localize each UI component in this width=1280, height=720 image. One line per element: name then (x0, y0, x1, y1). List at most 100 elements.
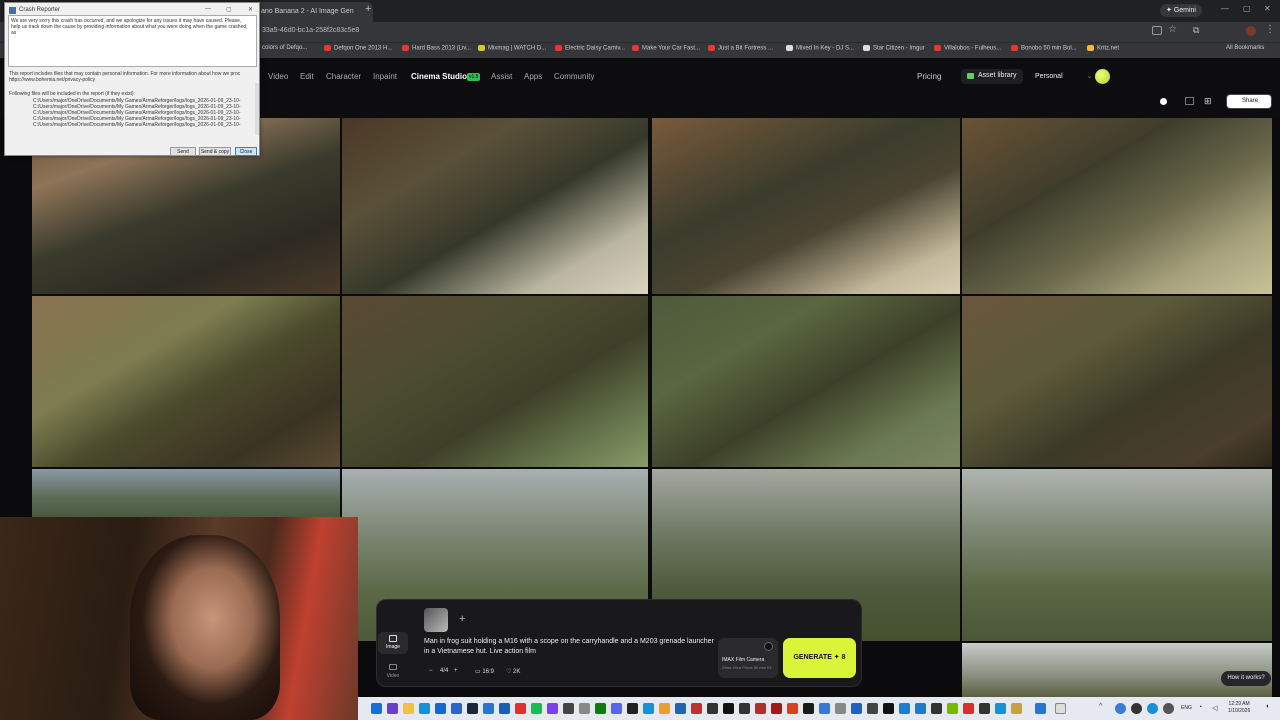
xbox-icon[interactable] (595, 703, 606, 714)
app-icon[interactable] (707, 703, 718, 714)
app-icon[interactable] (1055, 703, 1066, 714)
bookmark-item[interactable]: Mixed In Key - DJ S... (786, 45, 854, 52)
nav-assist[interactable]: Assist (491, 72, 512, 81)
spotify-icon[interactable] (531, 703, 542, 714)
app-icon[interactable] (979, 703, 990, 714)
url-field[interactable]: 33a5-46d0-bc1a-258f2c83c5e8 (262, 27, 359, 34)
nav-apps[interactable]: Apps (524, 72, 542, 81)
app-icon[interactable] (739, 703, 750, 714)
app-icon[interactable] (1011, 703, 1022, 714)
close-icon[interactable]: ✕ (248, 6, 253, 13)
grid-view-icon[interactable]: ⊞ (1204, 96, 1212, 107)
browser-tab-active[interactable]: ano Banana 2 - AI Image Gen (255, 2, 373, 22)
how-it-works-button[interactable]: How it works? (1221, 671, 1271, 686)
volume-icon[interactable]: ◁ (1212, 704, 1217, 712)
privacy-link[interactable]: https://www.bohemia.net/privacy-policy (9, 77, 254, 83)
chrome-icon[interactable] (659, 703, 670, 714)
gallery-image[interactable] (32, 469, 340, 517)
generate-button[interactable]: GENERATE ✦ 8 (783, 638, 856, 678)
app-icon[interactable] (547, 703, 558, 714)
app-icon[interactable] (435, 703, 446, 714)
maximize-icon[interactable]: ▢ (1243, 4, 1251, 13)
minimize-icon[interactable]: — (1221, 4, 1229, 13)
gallery-image[interactable] (962, 643, 1272, 697)
aspect-ratio-selector[interactable]: ▭ 16:9 (475, 668, 494, 675)
app-icon[interactable] (835, 703, 846, 714)
app-icon[interactable] (483, 703, 494, 714)
nvidia-icon[interactable] (947, 703, 958, 714)
tray-icon[interactable] (1131, 703, 1142, 714)
app-icon[interactable] (995, 703, 1006, 714)
all-bookmarks[interactable]: All Bookmarks (1226, 45, 1264, 51)
extensions-icon[interactable]: ⧉ (1193, 25, 1199, 36)
quality-selector[interactable]: ♡ 2K (506, 668, 520, 675)
increment-count-icon[interactable]: + (454, 668, 458, 674)
reference-image-thumbnail[interactable] (424, 608, 448, 632)
start-icon[interactable] (371, 703, 382, 714)
bookmark-item[interactable]: Make Your Car Fast... (632, 45, 700, 52)
share-button[interactable]: Share (1226, 94, 1272, 109)
app-icon[interactable] (883, 703, 894, 714)
gallery-image[interactable] (652, 118, 960, 294)
profile-avatar[interactable] (1246, 26, 1256, 36)
edge-icon[interactable] (419, 703, 430, 714)
app-icon[interactable] (515, 703, 526, 714)
gallery-image[interactable] (342, 118, 648, 294)
pricing-link[interactable]: Pricing (917, 72, 941, 81)
crash-description-input[interactable]: We are very sorry this crash has occurre… (8, 15, 257, 67)
app-icon[interactable] (803, 703, 814, 714)
tray-icon[interactable] (1147, 703, 1158, 714)
gallery-image[interactable] (652, 296, 960, 467)
gallery-image[interactable] (342, 296, 648, 467)
gallery-image[interactable] (962, 118, 1272, 294)
app-icon[interactable] (963, 703, 974, 714)
close-button[interactable]: Close (235, 147, 257, 156)
app-icon[interactable] (931, 703, 942, 714)
gallery-image[interactable] (962, 469, 1272, 641)
clock[interactable]: 12:29 AM 1/10/2026 (1228, 701, 1250, 715)
app-icon[interactable] (867, 703, 878, 714)
app-icon[interactable] (691, 703, 702, 714)
scrollbar[interactable] (255, 83, 259, 135)
app-icon[interactable] (851, 703, 862, 714)
bookmark-item[interactable]: Just a Bit Fortress ... (708, 45, 773, 52)
tray-chevron-icon[interactable]: ^ (1099, 703, 1102, 710)
bookmark-item[interactable]: Defqon One 2013 H... (324, 45, 392, 52)
bookmark-item[interactable]: Mixmag | WATCH D... (478, 45, 546, 52)
discord-icon[interactable] (611, 703, 622, 714)
avatar[interactable] (1095, 69, 1110, 84)
close-icon[interactable]: ✕ (1264, 4, 1271, 13)
app-icon[interactable] (643, 703, 654, 714)
bookmark-item[interactable]: Villalobos - Fulheus... (934, 45, 1001, 52)
nav-character[interactable]: Character (326, 72, 361, 81)
bookmark-item[interactable]: Hard Bass 2013 (Liv... (402, 45, 471, 52)
nav-inpaint[interactable]: Inpaint (373, 72, 397, 81)
nav-community[interactable]: Community (554, 72, 594, 81)
view-toggle-dot[interactable] (1160, 98, 1167, 105)
bookmark-item[interactable]: Star Citizen - Imgur (863, 45, 925, 52)
browser-menu-icon[interactable]: ⋮ (1265, 24, 1275, 35)
workspace-selector[interactable]: Personal ⌄ (1035, 72, 1092, 80)
app-icon[interactable] (627, 703, 638, 714)
tray-icon[interactable] (1163, 703, 1174, 714)
gallery-image[interactable] (32, 296, 340, 467)
new-tab-button[interactable]: + (365, 3, 371, 15)
gallery-image[interactable] (962, 296, 1272, 467)
language-indicator[interactable]: ENG (1181, 705, 1192, 711)
add-reference-icon[interactable]: + (459, 613, 465, 625)
vscode-icon[interactable] (915, 703, 926, 714)
app-icon[interactable] (899, 703, 910, 714)
send-copy-button[interactable]: Send & copy (199, 147, 231, 156)
app-icon[interactable] (387, 703, 398, 714)
send-button[interactable]: Send (170, 147, 196, 156)
app-icon[interactable] (755, 703, 766, 714)
list-view-icon[interactable] (1185, 97, 1194, 105)
wifi-icon[interactable]: ◔ (1198, 704, 1202, 711)
app-icon[interactable] (579, 703, 590, 714)
app-icon[interactable] (451, 703, 462, 714)
app-icon[interactable] (675, 703, 686, 714)
prompt-input[interactable]: Man in frog suit holding a M16 with a sc… (424, 637, 714, 657)
app-icon[interactable] (563, 703, 574, 714)
gemini-button[interactable]: ✦ Gemini (1160, 4, 1202, 17)
bookmark-item[interactable]: colors of Defqo... (262, 45, 307, 51)
